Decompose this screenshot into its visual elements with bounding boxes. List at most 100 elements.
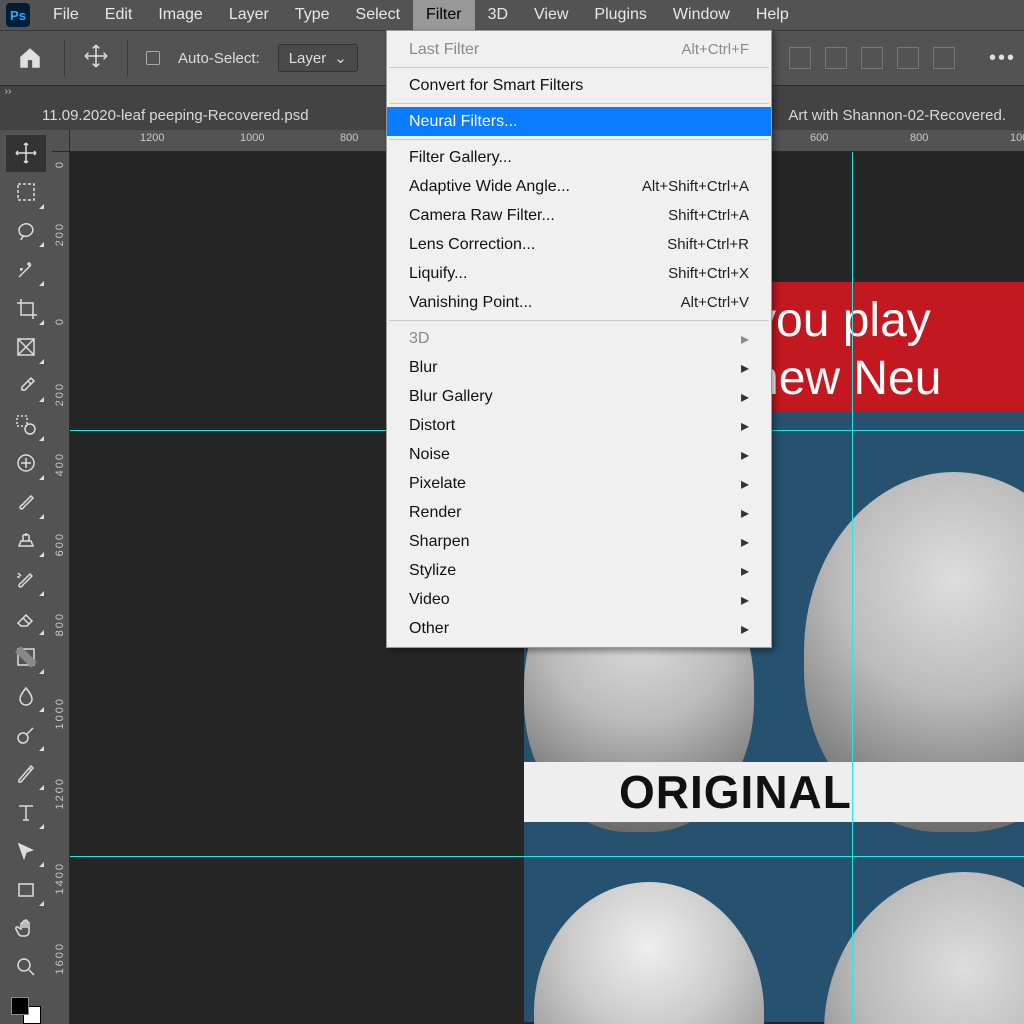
tool-blur[interactable] — [6, 678, 46, 715]
submenu-arrow-icon — [741, 474, 749, 494]
menu-item-label: Video — [409, 591, 450, 609]
menu-plugins[interactable]: Plugins — [581, 0, 659, 30]
tool-healing-brush[interactable] — [6, 445, 46, 482]
guide-vertical[interactable] — [852, 152, 853, 1024]
tool-eraser[interactable] — [6, 600, 46, 637]
tool-lasso[interactable] — [6, 213, 46, 250]
auto-select-label: Auto-Select: — [178, 50, 260, 67]
menu-shortcut: Shift+Ctrl+X — [668, 265, 749, 282]
tool-marquee[interactable] — [6, 174, 46, 211]
tool-crop[interactable] — [6, 290, 46, 327]
layer-dropdown[interactable]: Layer ⌄ — [278, 44, 358, 72]
home-button[interactable] — [14, 42, 46, 74]
menu-help[interactable]: Help — [743, 0, 802, 30]
doc-tab-right[interactable]: Art with Shannon-02-Recovered. — [770, 100, 1024, 130]
submenu-arrow-icon — [741, 503, 749, 523]
submenu-arrow-icon — [741, 387, 749, 407]
align-center-h-icon[interactable] — [825, 47, 847, 69]
tool-gradient[interactable] — [6, 639, 46, 676]
menu-select[interactable]: Select — [343, 0, 413, 30]
banner-line2: new Neu — [752, 352, 941, 405]
tool-path-selection[interactable] — [6, 833, 46, 870]
menu-item-stylize[interactable]: Stylize — [387, 556, 771, 585]
menu-item-filter-gallery[interactable]: Filter Gallery... — [387, 143, 771, 172]
color-swatches[interactable] — [11, 997, 41, 1024]
menu-item-lens-correction[interactable]: Lens Correction...Shift+Ctrl+R — [387, 230, 771, 259]
collapse-arrows-icon[interactable]: ›› — [0, 86, 16, 100]
menu-item-sharpen[interactable]: Sharpen — [387, 527, 771, 556]
ruler-tick: 800 — [340, 132, 358, 144]
chevron-down-icon: ⌄ — [334, 49, 347, 67]
menu-window[interactable]: Window — [660, 0, 743, 30]
menu-item-liquify[interactable]: Liquify...Shift+Ctrl+X — [387, 259, 771, 288]
tool-magic-wand[interactable] — [6, 251, 46, 288]
tool-brush[interactable] — [6, 484, 46, 521]
ruler-tick: 1600 — [54, 942, 66, 974]
auto-select-checkbox[interactable] — [146, 51, 160, 65]
menu-item-camera-raw-filter[interactable]: Camera Raw Filter... Shift+Ctrl+A — [387, 201, 771, 230]
menu-item-pixelate[interactable]: Pixelate — [387, 469, 771, 498]
menu-item-blur-gallery[interactable]: Blur Gallery — [387, 382, 771, 411]
tool-pen[interactable] — [6, 755, 46, 792]
ruler-tick: 800 — [54, 612, 66, 636]
submenu-arrow-icon — [741, 590, 749, 610]
menu-item-render[interactable]: Render — [387, 498, 771, 527]
submenu-arrow-icon — [741, 416, 749, 436]
menu-image[interactable]: Image — [145, 0, 215, 30]
menu-item-label: Convert for Smart Filters — [409, 77, 583, 95]
align-top-icon[interactable] — [897, 47, 919, 69]
separator — [64, 40, 65, 76]
app-logo[interactable]: Ps — [6, 3, 30, 27]
menu-type[interactable]: Type — [282, 0, 343, 30]
ruler-tick: 1200 — [140, 132, 164, 144]
tool-history-brush[interactable] — [6, 561, 46, 598]
guide-horizontal[interactable] — [70, 856, 1024, 857]
menu-separator — [389, 139, 769, 140]
ruler-vertical[interactable]: 020002004006008001000120014001600 — [52, 152, 70, 1024]
tool-clone-stamp[interactable] — [6, 523, 46, 560]
menu-layer[interactable]: Layer — [216, 0, 282, 30]
tool-dodge[interactable] — [6, 716, 46, 753]
menu-item-distort[interactable]: Distort — [387, 411, 771, 440]
tool-rectangle[interactable] — [6, 871, 46, 908]
menu-item-vanishing-point[interactable]: Vanishing Point...Alt+Ctrl+V — [387, 288, 771, 317]
tool-zoom[interactable] — [6, 949, 46, 986]
menu-item-blur[interactable]: Blur — [387, 353, 771, 382]
menu-item-3d: 3D — [387, 324, 771, 353]
submenu-arrow-icon — [741, 532, 749, 552]
tool-eyedropper[interactable] — [6, 368, 46, 405]
tool-move[interactable] — [6, 135, 46, 172]
align-right-icon[interactable] — [861, 47, 883, 69]
doc-tab-left[interactable]: 11.09.2020-leaf peeping-Recovered.psd — [24, 100, 327, 130]
ruler-tick: 200 — [54, 222, 66, 246]
menu-3d[interactable]: 3D — [475, 0, 521, 30]
menu-item-label: Noise — [409, 446, 450, 464]
tool-frame[interactable] — [6, 329, 46, 366]
align-center-v-icon[interactable] — [933, 47, 955, 69]
menu-item-label: Lens Correction... — [409, 236, 535, 254]
menu-item-adaptive-wide-angle[interactable]: Adaptive Wide Angle...Alt+Shift+Ctrl+A — [387, 172, 771, 201]
tool-selection-brush[interactable] — [6, 406, 46, 443]
align-left-icon[interactable] — [789, 47, 811, 69]
more-options-icon[interactable]: ••• — [989, 47, 1016, 70]
menu-separator — [389, 67, 769, 68]
filter-dropdown: Last FilterAlt+Ctrl+F Convert for Smart F… — [386, 30, 772, 648]
menu-item-other[interactable]: Other — [387, 614, 771, 643]
menu-edit[interactable]: Edit — [92, 0, 146, 30]
menu-item-noise[interactable]: Noise — [387, 440, 771, 469]
menu-view[interactable]: View — [521, 0, 581, 30]
menu-item-neural-filters[interactable]: Neural Filters... — [387, 107, 771, 136]
menu-shortcut: Shift+Ctrl+A — [668, 207, 749, 224]
tool-hand[interactable] — [6, 910, 46, 947]
menu-item-convert-for-smart-filters[interactable]: Convert for Smart Filters — [387, 71, 771, 100]
ruler-origin[interactable] — [52, 130, 70, 152]
ruler-tick: 1400 — [54, 862, 66, 894]
menu-item-label: Camera Raw Filter... — [409, 207, 555, 225]
ruler-tick: 0 — [54, 317, 66, 325]
menu-file[interactable]: File — [40, 0, 92, 30]
menu-item-label: Blur — [409, 359, 437, 377]
menu-item-video[interactable]: Video — [387, 585, 771, 614]
menu-item-last-filter: Last FilterAlt+Ctrl+F — [387, 35, 771, 64]
tool-type[interactable] — [6, 794, 46, 831]
menu-filter[interactable]: Filter — [413, 0, 475, 30]
